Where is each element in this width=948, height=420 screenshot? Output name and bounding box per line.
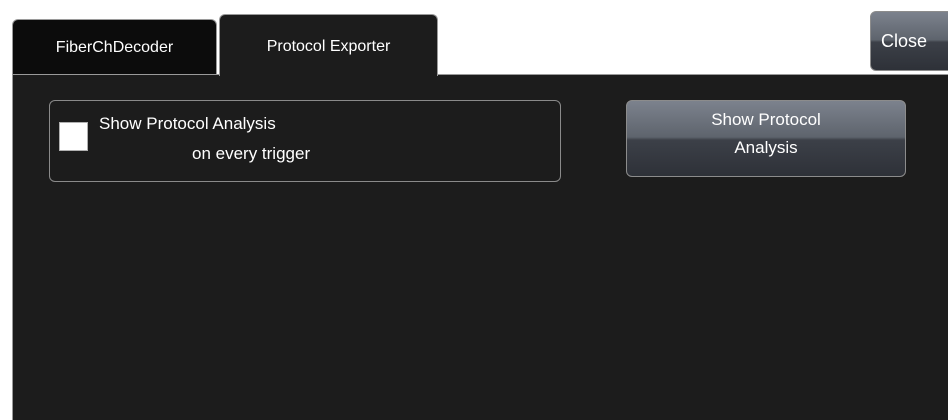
tab-fiberchdecoder-label: FiberChDecoder	[55, 39, 174, 56]
show-on-trigger-label-line1[interactable]: Show Protocol Analysis	[99, 114, 276, 134]
tab-fiberchdecoder[interactable]: FiberChDecoder	[12, 19, 217, 75]
tab-protocol-exporter[interactable]: Protocol Exporter	[219, 14, 438, 76]
show-protocol-analysis-label-line1: Show Protocol	[711, 110, 821, 129]
show-on-trigger-option: Show Protocol Analysis on every trigger	[49, 100, 561, 182]
show-on-trigger-checkbox[interactable]	[59, 122, 88, 151]
tab-protocol-exporter-label: Protocol Exporter	[266, 38, 391, 55]
close-button[interactable]: Close	[870, 11, 948, 71]
close-button-label: Close	[881, 31, 928, 51]
show-protocol-analysis-button[interactable]: Show Protocol Analysis	[626, 100, 906, 177]
show-on-trigger-label-line2[interactable]: on every trigger	[192, 144, 310, 164]
protocol-dialog: FiberChDecoder Protocol Exporter Close S…	[0, 0, 948, 420]
show-protocol-analysis-label-line2: Analysis	[734, 138, 798, 157]
